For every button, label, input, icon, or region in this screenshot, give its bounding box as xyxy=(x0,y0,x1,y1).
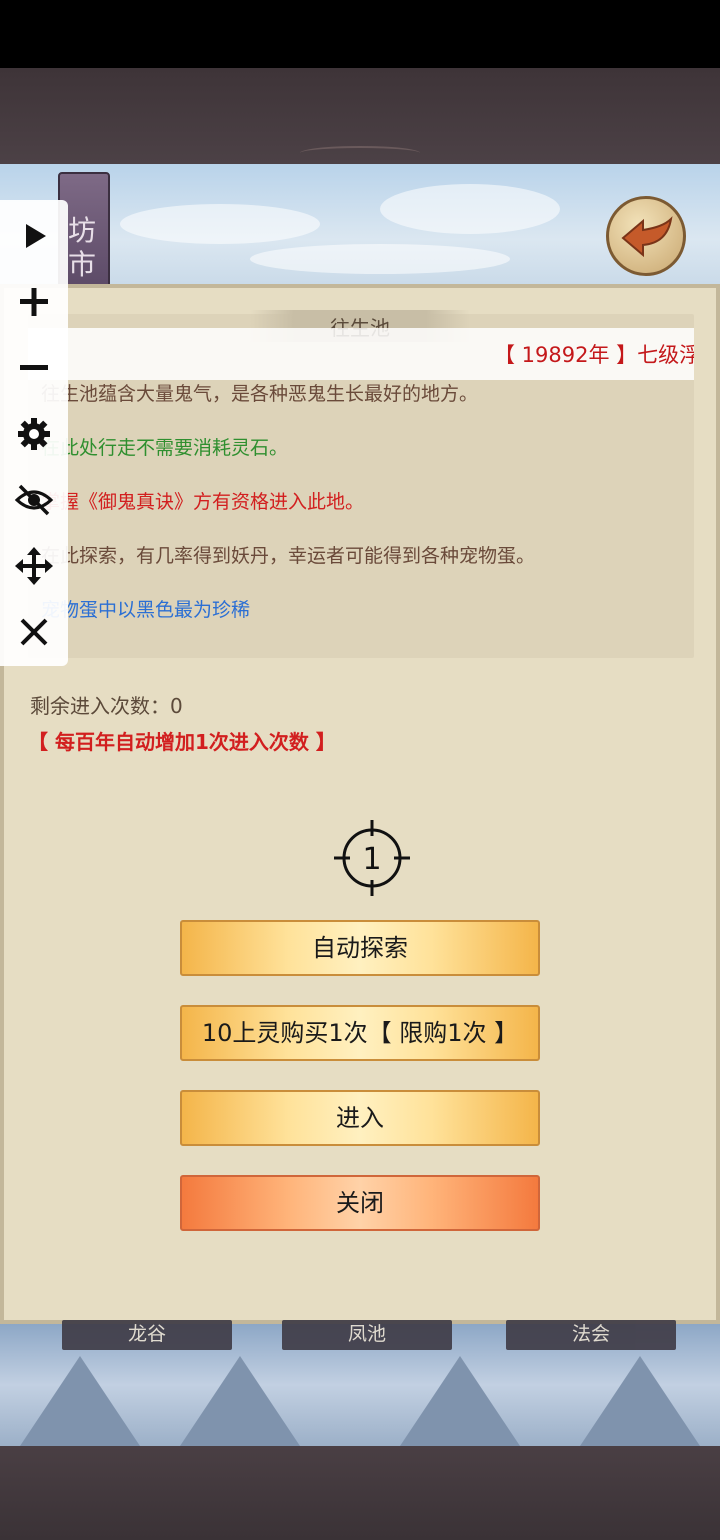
tab-dharma-assembly[interactable]: 法会 xyxy=(506,1320,676,1350)
top-ornament xyxy=(300,146,420,160)
crosshair-number: 1 xyxy=(362,842,381,877)
close-button[interactable]: 关闭 xyxy=(180,1175,540,1231)
tab-phoenix-pool[interactable]: 凤池 xyxy=(282,1320,452,1350)
minus-icon[interactable] xyxy=(14,348,54,388)
announcement-marquee: 【 19892年 】七级浮 xyxy=(28,328,694,380)
close-icon[interactable] xyxy=(14,612,54,652)
info-line-4: 在此探索，有几率得到妖丹，幸运者可能得到各种宠物蛋。 xyxy=(41,545,536,567)
play-icon[interactable] xyxy=(14,216,54,256)
bottom-band xyxy=(0,1446,720,1540)
back-arrow-icon xyxy=(621,216,673,258)
info-line-3: 掌握《御鬼真诀》方有资格进入此地。 xyxy=(41,491,365,513)
info-line-5: 宠物蛋中以黑色最为珍稀 xyxy=(41,599,251,621)
floating-toolbar xyxy=(0,200,68,666)
market-banner-label: 坊市 xyxy=(67,214,96,281)
crosshair-icon: 1 xyxy=(334,820,410,896)
info-line-1: 往生池蕴含大量鬼气，是各种恶鬼生长最好的地方。 xyxy=(41,383,479,405)
marquee-text: 【 19892年 】七级浮 xyxy=(494,343,694,367)
refill-hint: 【 每百年自动增加1次进入次数 】 xyxy=(28,730,336,754)
top-band xyxy=(0,68,720,164)
plus-icon[interactable] xyxy=(14,282,54,322)
auto-explore-button[interactable]: 自动探索 xyxy=(180,920,540,976)
tab-dragon-valley[interactable]: 龙谷 xyxy=(62,1320,232,1350)
gear-icon[interactable] xyxy=(14,414,54,454)
enter-button[interactable]: 进入 xyxy=(180,1090,540,1146)
move-icon[interactable] xyxy=(14,546,54,586)
remaining-count: 剩余进入次数：0 xyxy=(30,694,183,718)
buy-entry-button[interactable]: 10上灵购买1次【 限购1次 】 xyxy=(180,1005,540,1061)
eye-off-icon[interactable] xyxy=(14,480,54,520)
info-line-2: 在此处行走不需要消耗灵石。 xyxy=(41,437,289,459)
status-bar xyxy=(0,0,720,68)
back-button[interactable] xyxy=(606,196,686,276)
